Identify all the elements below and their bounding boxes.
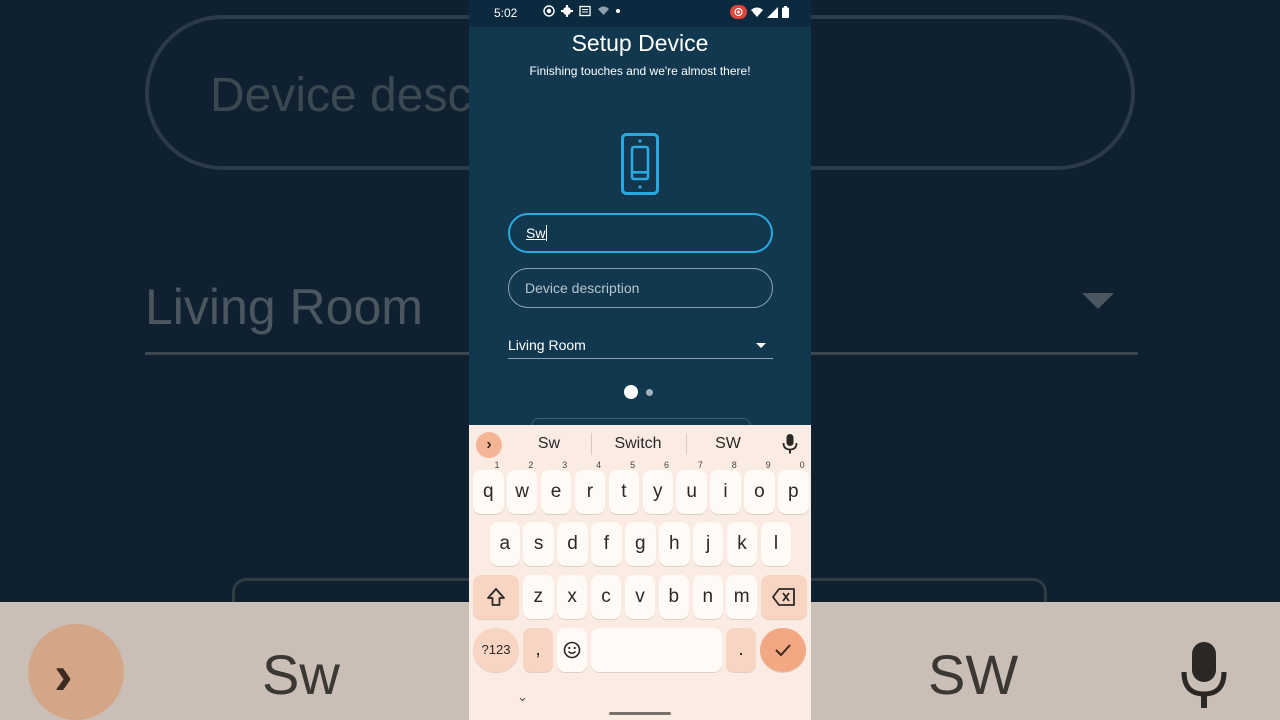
smart-switch-icon bbox=[621, 133, 659, 195]
page-indicator bbox=[624, 385, 653, 399]
key-hint: 2 bbox=[528, 460, 534, 470]
suggestion-strip: › Sw Switch SW bbox=[469, 425, 811, 463]
key-hint: 9 bbox=[765, 460, 771, 470]
suggestion-2[interactable]: Switch bbox=[604, 435, 672, 453]
text-cursor bbox=[546, 225, 548, 241]
notification-dot-icon bbox=[616, 9, 620, 13]
key-hint: 0 bbox=[799, 460, 805, 470]
suggestion-divider bbox=[591, 433, 592, 455]
key-o[interactable]: o9 bbox=[744, 460, 775, 514]
device-description-placeholder: Device description bbox=[525, 280, 640, 296]
key-x[interactable]: x bbox=[556, 575, 588, 619]
signal-icon bbox=[767, 6, 778, 18]
key-u[interactable]: u7 bbox=[676, 460, 707, 514]
room-select-value: Living Room bbox=[508, 337, 586, 353]
wifi-off-icon bbox=[598, 6, 609, 15]
mic-icon[interactable] bbox=[782, 434, 798, 454]
key-d[interactable]: d bbox=[557, 522, 588, 566]
key-s[interactable]: s bbox=[523, 522, 554, 566]
key-l[interactable]: l bbox=[760, 522, 792, 566]
status-bar: 5:02 bbox=[469, 0, 811, 27]
page-dot bbox=[646, 388, 653, 396]
background-suggestion-1: Sw bbox=[262, 643, 340, 706]
background-chevron-circle bbox=[28, 624, 124, 720]
comma-key[interactable]: , bbox=[523, 628, 553, 672]
shift-key[interactable] bbox=[473, 575, 519, 619]
soft-keyboard: › Sw Switch SW q1w2e3r4t5y6u7i8o9p0 asdfg… bbox=[469, 425, 811, 720]
wifi-icon bbox=[751, 7, 763, 17]
key-hint: 7 bbox=[697, 460, 703, 470]
key-c[interactable]: c bbox=[590, 575, 622, 619]
emoji-key[interactable] bbox=[557, 628, 587, 672]
key-i[interactable]: i8 bbox=[710, 460, 741, 514]
screen-record-icon bbox=[543, 5, 555, 17]
key-b[interactable]: b bbox=[658, 575, 690, 619]
dropdown-arrow-icon bbox=[756, 343, 766, 348]
key-y[interactable]: y6 bbox=[642, 460, 673, 514]
key-m[interactable]: m bbox=[726, 575, 757, 619]
key-t[interactable]: t5 bbox=[608, 460, 640, 514]
key-hint: 6 bbox=[663, 460, 669, 470]
key-hint: 3 bbox=[562, 460, 568, 470]
device-description-input[interactable]: Device description bbox=[508, 268, 773, 308]
recording-badge-icon bbox=[730, 5, 747, 19]
key-hint: 1 bbox=[494, 460, 500, 470]
key-v[interactable]: v bbox=[624, 575, 656, 619]
key-k[interactable]: k bbox=[726, 522, 758, 566]
key-r[interactable]: r4 bbox=[574, 460, 606, 514]
key-q[interactable]: q1 bbox=[473, 460, 504, 514]
key-hint: 8 bbox=[731, 460, 737, 470]
background-room-text: Living Room bbox=[145, 279, 423, 335]
room-select[interactable]: Living Room bbox=[508, 334, 773, 359]
enter-key[interactable] bbox=[760, 628, 806, 672]
gear-icon bbox=[561, 5, 573, 17]
key-j[interactable]: j bbox=[692, 522, 724, 566]
symbols-key[interactable]: ?123 bbox=[473, 628, 519, 672]
news-icon bbox=[579, 5, 591, 17]
checkmark-icon bbox=[775, 644, 791, 657]
period-key[interactable]: . bbox=[726, 628, 756, 672]
keyboard-collapse-icon[interactable]: ⌄ bbox=[517, 689, 528, 705]
device-name-input[interactable]: Sw bbox=[508, 213, 773, 253]
chevron-right-icon[interactable]: › bbox=[476, 432, 502, 458]
key-f[interactable]: f bbox=[591, 522, 622, 566]
home-indicator[interactable] bbox=[609, 712, 671, 715]
background-pill-text: Device desc bbox=[210, 69, 472, 122]
emoji-icon bbox=[563, 641, 581, 659]
key-hint: 5 bbox=[630, 460, 636, 470]
page-subtitle: Finishing touches and we're almost there… bbox=[529, 64, 751, 78]
key-z[interactable]: z bbox=[523, 575, 554, 619]
page-title: Setup Device bbox=[571, 30, 709, 56]
page-dot-active bbox=[624, 385, 638, 399]
key-w[interactable]: w2 bbox=[506, 460, 538, 514]
device-name-value: Sw bbox=[526, 225, 546, 241]
status-time: 5:02 bbox=[494, 6, 518, 20]
background-chevron-icon: › bbox=[54, 643, 73, 706]
background-suggestion-2: SW bbox=[928, 643, 1019, 706]
key-p[interactable]: p0 bbox=[778, 460, 809, 514]
key-n[interactable]: n bbox=[692, 575, 723, 619]
suggestion-1[interactable]: Sw bbox=[524, 435, 574, 453]
key-a[interactable]: a bbox=[489, 522, 520, 566]
backspace-key[interactable] bbox=[761, 575, 807, 619]
backspace-icon bbox=[772, 588, 795, 606]
suggestion-3[interactable]: SW bbox=[703, 435, 753, 453]
shift-icon bbox=[487, 588, 505, 606]
key-h[interactable]: h bbox=[659, 522, 690, 566]
space-key[interactable] bbox=[591, 628, 722, 672]
key-e[interactable]: e3 bbox=[540, 460, 572, 514]
key-g[interactable]: g bbox=[625, 522, 656, 566]
phone-screen: 5:02 Setup Device Finishing touches and … bbox=[469, 0, 811, 720]
key-hint: 4 bbox=[596, 460, 602, 470]
suggestion-divider bbox=[686, 433, 687, 455]
background-mic-icon bbox=[1181, 642, 1227, 708]
battery-icon bbox=[782, 6, 789, 18]
background-caret bbox=[1082, 293, 1114, 309]
